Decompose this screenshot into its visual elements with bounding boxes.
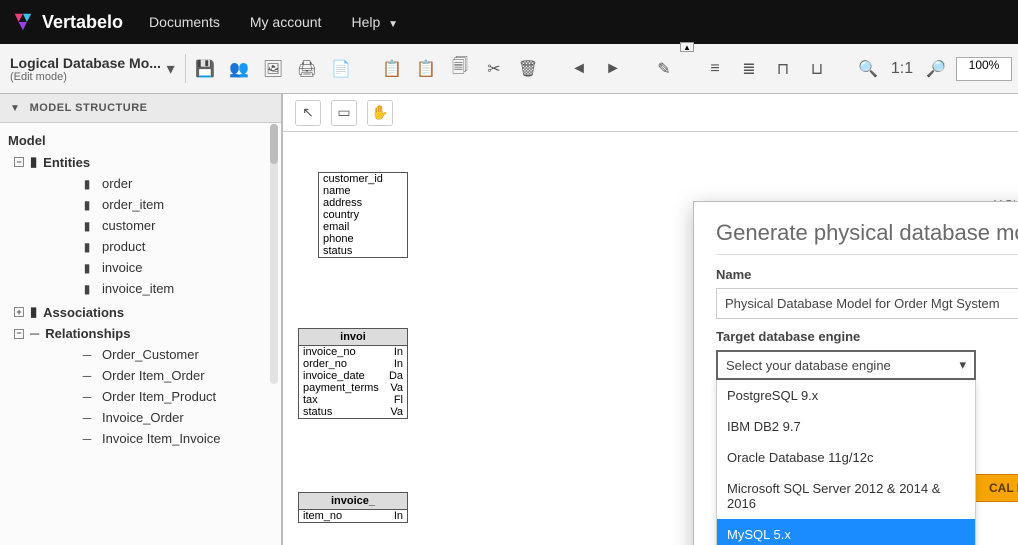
sidebar-entity-item[interactable]: ▮invoice_item xyxy=(80,279,273,298)
share-icon[interactable]: 👥 xyxy=(225,55,253,83)
relationship-icon: ─ xyxy=(30,326,39,341)
undo-icon[interactable]: ◄ xyxy=(565,55,593,83)
chevron-down-icon: ▼ xyxy=(388,19,398,30)
sidebar-entity-item[interactable]: ▮customer xyxy=(80,216,273,235)
align-left-icon[interactable]: ≡ xyxy=(701,55,729,83)
nav-help-label: Help xyxy=(351,14,380,30)
tree-root[interactable]: Model xyxy=(8,133,273,148)
duplicate-icon[interactable]: 🗐 xyxy=(446,55,474,83)
table-icon: ▮ xyxy=(80,198,94,212)
cut-icon[interactable]: ✂ xyxy=(480,55,508,83)
copy-icon[interactable]: 📋 xyxy=(378,55,406,83)
engine-dropdown: PostgreSQL 9.xIBM DB2 9.7Oracle Database… xyxy=(716,380,976,545)
collapse-icon: ▼ xyxy=(10,103,20,114)
logo[interactable]: Vertabelo xyxy=(12,11,123,33)
table-icon: ▮ xyxy=(80,219,94,233)
sidebar-relationship-item[interactable]: ─Invoice Item_Invoice xyxy=(80,429,273,448)
edit-icon[interactable]: ✎ xyxy=(650,55,678,83)
paste-icon[interactable]: 📋 xyxy=(412,55,440,83)
collapse-box-icon: − xyxy=(14,329,24,339)
tree-group-associations[interactable]: + ▮ Associations xyxy=(14,304,273,320)
sidebar-entity-item[interactable]: ▮order xyxy=(80,174,273,193)
caret-down-icon[interactable]: ▾ xyxy=(161,55,180,83)
model-name-input[interactable] xyxy=(716,288,1018,319)
document-title-block[interactable]: Logical Database Mo... (Edit mode) xyxy=(6,55,161,83)
engine-option[interactable]: IBM DB2 9.7 xyxy=(717,411,975,442)
nav-documents[interactable]: Documents xyxy=(145,14,224,30)
expand-box-icon: + xyxy=(14,307,24,317)
sidebar-relationship-item[interactable]: ─Order Item_Order xyxy=(80,366,273,385)
relationship-icon: ─ xyxy=(80,432,94,446)
sidebar-entity-item[interactable]: ▮invoice xyxy=(80,258,273,277)
folder-icon: ▮ xyxy=(30,154,37,170)
sidebar-header[interactable]: ▼ MODEL STRUCTURE xyxy=(0,94,281,123)
panel-drag-handle-icon[interactable]: ▲ xyxy=(680,42,694,52)
zoom-select[interactable]: 100% xyxy=(956,57,1012,81)
dialog-title: Generate physical database model xyxy=(716,220,1018,246)
sidebar-relationship-item[interactable]: ─Invoice_Order xyxy=(80,408,273,427)
relationship-icon: ─ xyxy=(80,411,94,425)
scrollbar[interactable] xyxy=(270,124,278,384)
engine-option[interactable]: PostgreSQL 9.x xyxy=(717,380,975,411)
brand-name: Vertabelo xyxy=(42,12,123,33)
name-label: Name xyxy=(716,267,1018,282)
sidebar-relationship-item[interactable]: ─Order Item_Product xyxy=(80,387,273,406)
nav-help[interactable]: Help ▼ xyxy=(347,14,402,30)
zoom-fit-icon[interactable]: 1:1 xyxy=(888,55,916,83)
doc-export-icon[interactable]: 📄 xyxy=(327,55,355,83)
engine-option[interactable]: MySQL 5.x xyxy=(717,519,975,545)
redo-icon[interactable]: ► xyxy=(599,55,627,83)
sidebar-header-label: MODEL STRUCTURE xyxy=(30,102,148,114)
tree-group-relationships[interactable]: − ─ Relationships xyxy=(14,326,273,341)
sidebar-entity-item[interactable]: ▮product xyxy=(80,237,273,256)
document-title: Logical Database Mo... xyxy=(10,55,161,71)
sidebar-entity-item[interactable]: ▮order_item xyxy=(80,195,273,214)
relationship-icon: ─ xyxy=(80,369,94,383)
generate-button[interactable]: CAL MODEL xyxy=(974,474,1018,502)
align-center-icon[interactable]: ≣ xyxy=(735,55,763,83)
table-icon: ▮ xyxy=(80,177,94,191)
document-mode: (Edit mode) xyxy=(10,71,161,83)
select-placeholder: Select your database engine xyxy=(726,358,891,373)
collapse-box-icon: − xyxy=(14,157,24,167)
sidebar-relationship-item[interactable]: ─Order_Customer xyxy=(80,345,273,364)
print-icon[interactable]: 🖨 xyxy=(293,55,321,83)
engine-select[interactable]: Select your database engine ▾ xyxy=(716,350,976,380)
nav-account[interactable]: My account xyxy=(246,14,326,30)
engine-option[interactable]: Microsoft SQL Server 2012 & 2014 & 2016 xyxy=(717,473,975,519)
engine-option[interactable]: Oracle Database 11g/12c xyxy=(717,442,975,473)
table-icon: ▮ xyxy=(80,240,94,254)
chevron-down-icon: ▾ xyxy=(959,357,966,373)
zoom-out-icon[interactable]: 🔍 xyxy=(854,55,882,83)
align-top-icon[interactable]: ⊓ xyxy=(769,55,797,83)
save-icon[interactable]: 💾 xyxy=(191,55,219,83)
image-export-icon[interactable]: 🖼 xyxy=(259,55,287,83)
folder-icon: ▮ xyxy=(30,304,37,320)
generate-model-dialog: × Generate physical database model Name … xyxy=(693,201,1018,545)
logo-icon xyxy=(12,11,34,33)
engine-label: Target database engine xyxy=(716,329,1018,344)
table-icon: ▮ xyxy=(80,261,94,275)
relationship-icon: ─ xyxy=(80,390,94,404)
delete-icon[interactable]: 🗑 xyxy=(514,55,542,83)
table-icon: ▮ xyxy=(80,282,94,296)
align-bottom-icon[interactable]: ⊔ xyxy=(803,55,831,83)
relationship-icon: ─ xyxy=(80,348,94,362)
tree-group-entities[interactable]: − ▮ Entities xyxy=(14,154,273,170)
zoom-in-icon[interactable]: 🔎 xyxy=(922,55,950,83)
